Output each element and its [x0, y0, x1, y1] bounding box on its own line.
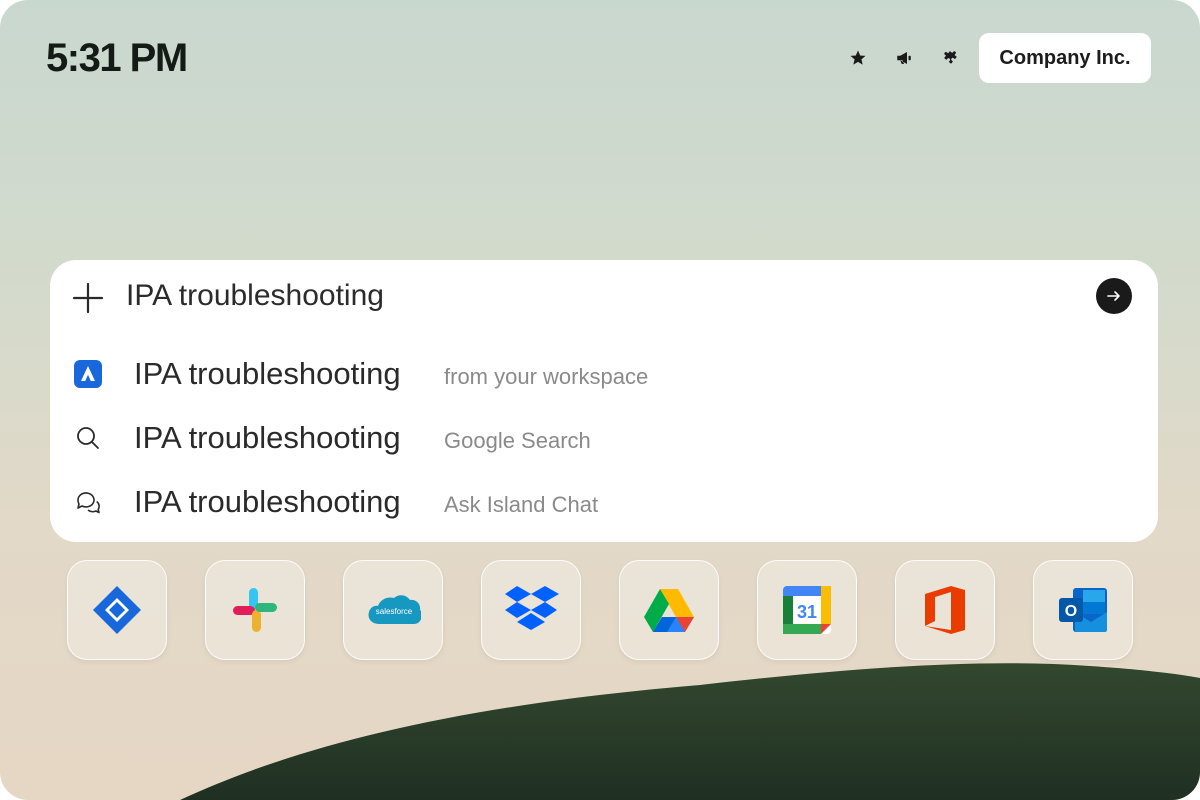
submit-search-button[interactable] [1096, 278, 1132, 314]
suggestion-source: Google Search [444, 427, 591, 453]
salesforce-logo-text: salesforce [376, 607, 413, 616]
suggestion-source: Ask Island Chat [444, 491, 599, 517]
jira-icon [93, 586, 141, 634]
google-calendar-icon: 31 [783, 586, 831, 634]
star-icon[interactable] [846, 46, 870, 70]
app-tile-google-calendar[interactable]: 31 [757, 560, 857, 660]
company-switcher-button[interactable]: Company Inc. [979, 33, 1151, 83]
calendar-day-text: 31 [797, 602, 817, 622]
suggestion-text: IPA troubleshooting [134, 420, 401, 455]
search-panel: IPA troubleshooting from your workspace … [50, 260, 1158, 542]
app-tile-salesforce[interactable]: salesforce [343, 560, 443, 660]
app-shortcuts: salesforce 31 O [67, 560, 1133, 660]
new-tab-page: 5:31 PM Company Inc. IPA troubleshooting… [0, 0, 1200, 800]
atlassian-icon [74, 360, 102, 388]
chat-bubbles-icon [74, 488, 102, 516]
search-input[interactable] [126, 274, 1026, 318]
office-icon [925, 586, 965, 634]
clock: 5:31 PM [46, 36, 188, 80]
app-tile-slack[interactable] [205, 560, 305, 660]
plus-icon[interactable] [72, 282, 104, 314]
suggestion-workspace[interactable]: IPA troubleshooting from your workspace [50, 346, 1158, 402]
arrow-right-icon [1107, 291, 1120, 301]
google-drive-icon [644, 589, 694, 632]
slack-icon [233, 588, 277, 632]
suggestion-island-chat[interactable]: IPA troubleshooting Ask Island Chat [50, 474, 1158, 530]
app-tile-office[interactable] [895, 560, 995, 660]
dropbox-icon [505, 586, 559, 630]
suggestion-text: IPA troubleshooting [134, 484, 401, 519]
suggestion-source: from your workspace [444, 363, 649, 389]
app-tile-outlook[interactable]: O [1033, 560, 1133, 660]
suggestion-google-search[interactable]: IPA troubleshooting Google Search [50, 410, 1158, 466]
app-tile-dropbox[interactable] [481, 560, 581, 660]
puzzle-icon[interactable] [938, 46, 962, 70]
outlook-icon: O [1059, 588, 1107, 632]
suggestion-text: IPA troubleshooting [134, 356, 401, 391]
app-tile-google-drive[interactable] [619, 560, 719, 660]
top-icon-group [846, 46, 962, 70]
salesforce-icon: salesforce [368, 595, 421, 624]
outlook-logo-text: O [1065, 603, 1077, 620]
search-icon [74, 424, 102, 452]
megaphone-icon[interactable] [892, 46, 916, 70]
app-tile-jira[interactable] [67, 560, 167, 660]
